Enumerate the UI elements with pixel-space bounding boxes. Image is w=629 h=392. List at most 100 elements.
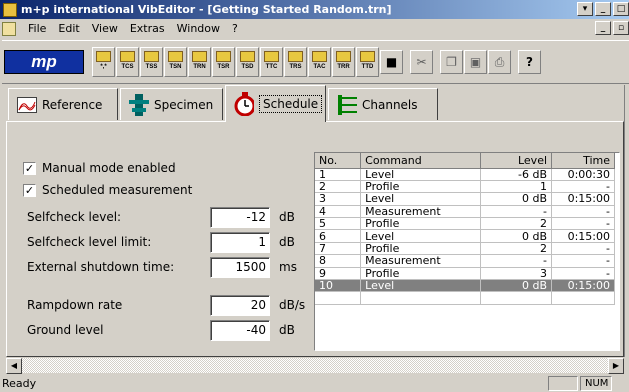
status-text: Ready — [2, 376, 37, 390]
scheduled-measurement-checkbox[interactable]: ✓ — [23, 183, 36, 197]
tab-specimen[interactable]: Specimen — [120, 88, 223, 120]
cell-level: 1 — [480, 180, 553, 194]
question-mark-icon: ? — [526, 55, 533, 69]
paste-button[interactable]: ▣ — [464, 50, 487, 74]
column-header-command[interactable]: Command — [360, 153, 481, 169]
scroll-right-arrow-icon[interactable]: ▶ — [608, 358, 624, 374]
cell-level: - — [480, 205, 553, 219]
menu-extras[interactable]: Extras — [124, 22, 171, 35]
open-ttd-button[interactable]: TTD — [356, 47, 379, 77]
selfcheck-level-row: Selfcheck level: -12 dB — [27, 206, 307, 228]
shutdown-time-label: External shutdown time: — [27, 260, 175, 274]
open-tsr-button[interactable]: TSR — [212, 47, 235, 77]
table-row[interactable]: 6 Level 0 dB 0:15:00 — [315, 229, 615, 243]
horizontal-scrollbar[interactable]: ◀ ▶ — [6, 357, 624, 374]
table-row[interactable]: 1 Level -6 dB 0:00:30 — [315, 168, 615, 181]
cell-command: Level — [360, 168, 481, 181]
cell-level: 0 dB — [480, 229, 553, 243]
open-tcs-button[interactable]: TCS — [116, 47, 139, 77]
table-row[interactable]: 7 Profile 2- — [315, 242, 615, 256]
folder-icon — [264, 51, 279, 62]
menu-edit[interactable]: Edit — [52, 22, 85, 35]
copy-button[interactable]: ❐ — [440, 50, 463, 74]
open-trs-button[interactable]: TRS — [284, 47, 307, 77]
num-lock-indicator: NUM — [580, 376, 612, 391]
shutdown-time-input[interactable]: 1500 — [210, 256, 270, 278]
cell-no: 10 — [315, 279, 362, 293]
tab-reference[interactable]: Reference — [8, 88, 118, 120]
menu-help[interactable]: ? — [226, 22, 244, 35]
restore-menu-icon[interactable]: ▾ — [577, 2, 593, 16]
folder-icon — [216, 51, 231, 62]
tab-specimen-label: Specimen — [154, 97, 214, 112]
scheduled-measurement-checkbox-row[interactable]: ✓ Scheduled measurement — [23, 183, 192, 197]
toolbar: mp *,* TCS TSS TSN TRN TSR TSD TTC TRS T… — [2, 40, 629, 84]
table-row[interactable]: 10 Level 0 dB 0:15:00 — [315, 279, 615, 293]
menu-view[interactable]: View — [86, 22, 124, 35]
folder-icon — [120, 51, 135, 62]
cell-command: Profile — [360, 242, 481, 256]
selfcheck-level-input[interactable]: -12 — [210, 206, 270, 228]
cell-command: Measurement — [360, 254, 481, 268]
selfcheck-limit-input[interactable]: 1 — [210, 231, 270, 253]
open-tsd-button[interactable]: TSD — [236, 47, 259, 77]
doc-minimize-button[interactable]: _ — [595, 21, 611, 35]
open-tss-button[interactable]: TSS — [140, 47, 163, 77]
open-ttc-button[interactable]: TTC — [260, 47, 283, 77]
copy-icon: ❐ — [446, 55, 457, 69]
status-pane-empty — [548, 376, 578, 391]
cell-level: 0 dB — [480, 192, 553, 206]
cell-command: Profile — [360, 180, 481, 194]
open-trr-button[interactable]: TRR — [332, 47, 355, 77]
table-row[interactable]: 4 Measurement - - — [315, 205, 615, 219]
table-row[interactable]: 8 Measurement - - — [315, 254, 615, 268]
ground-level-input[interactable]: -40 — [210, 319, 270, 341]
cell-no: 7 — [315, 242, 362, 256]
menu-window[interactable]: Window — [171, 22, 226, 35]
menu-file[interactable]: File — [22, 22, 52, 35]
open-tsn-button[interactable]: TSN — [164, 47, 187, 77]
column-header-time[interactable]: Time — [551, 153, 615, 169]
maximize-button[interactable]: □ — [613, 2, 629, 16]
document-icon[interactable] — [2, 21, 16, 36]
cell-time: - — [551, 217, 615, 231]
table-row[interactable]: 2 Profile 1- — [315, 180, 615, 194]
rampdown-rate-label: Rampdown rate — [27, 298, 123, 312]
tab-strip: Reference Specimen Schedule Channels — [6, 85, 624, 122]
schedule-table[interactable]: No. Command Level Time 1 Level -6 dB 0:00:3… — [314, 152, 620, 351]
doc-restore-button[interactable]: ▫ — [613, 21, 629, 35]
cell-empty — [480, 291, 553, 305]
cell-command: Level — [360, 229, 481, 243]
table-row[interactable]: 5 Profile 2- — [315, 217, 615, 231]
table-row-empty[interactable] — [315, 291, 615, 305]
cell-level: 0 dB — [480, 279, 553, 293]
vertical-scrollbar[interactable] — [624, 85, 629, 357]
table-row[interactable]: 3 Level 0 dB 0:15:00 — [315, 192, 615, 206]
rampdown-rate-input[interactable]: 20 — [210, 294, 270, 316]
scheduled-measurement-label: Scheduled measurement — [42, 183, 193, 197]
table-row[interactable]: 9 Profile 3- — [315, 267, 615, 281]
cell-empty — [360, 291, 481, 305]
cell-time: - — [551, 267, 615, 281]
cell-level: 3 — [480, 267, 553, 281]
column-header-level[interactable]: Level — [480, 153, 553, 169]
floppy-disk-icon: ■ — [385, 55, 398, 69]
help-button[interactable]: ? — [518, 50, 541, 74]
manual-mode-checkbox-row[interactable]: ✓ Manual mode enabled — [23, 161, 176, 175]
open-random-button[interactable]: *,* — [92, 47, 115, 77]
cell-empty — [551, 291, 615, 305]
scroll-left-arrow-icon[interactable]: ◀ — [6, 358, 22, 374]
tab-channels[interactable]: Channels — [328, 88, 438, 120]
selfcheck-limit-label: Selfcheck level limit: — [27, 235, 152, 249]
print-button[interactable]: ⎙ — [488, 50, 511, 74]
cut-button[interactable]: ✂ — [410, 50, 433, 74]
open-tac-button[interactable]: TAC — [308, 47, 331, 77]
tab-reference-label: Reference — [42, 97, 103, 112]
manual-mode-checkbox[interactable]: ✓ — [23, 161, 36, 175]
manual-mode-label: Manual mode enabled — [42, 161, 176, 175]
column-header-no[interactable]: No. — [315, 153, 362, 169]
open-trn-button[interactable]: TRN — [188, 47, 211, 77]
tab-schedule[interactable]: Schedule — [225, 85, 326, 122]
minimize-button[interactable]: _ — [595, 2, 611, 16]
save-button[interactable]: ■ — [380, 50, 403, 74]
